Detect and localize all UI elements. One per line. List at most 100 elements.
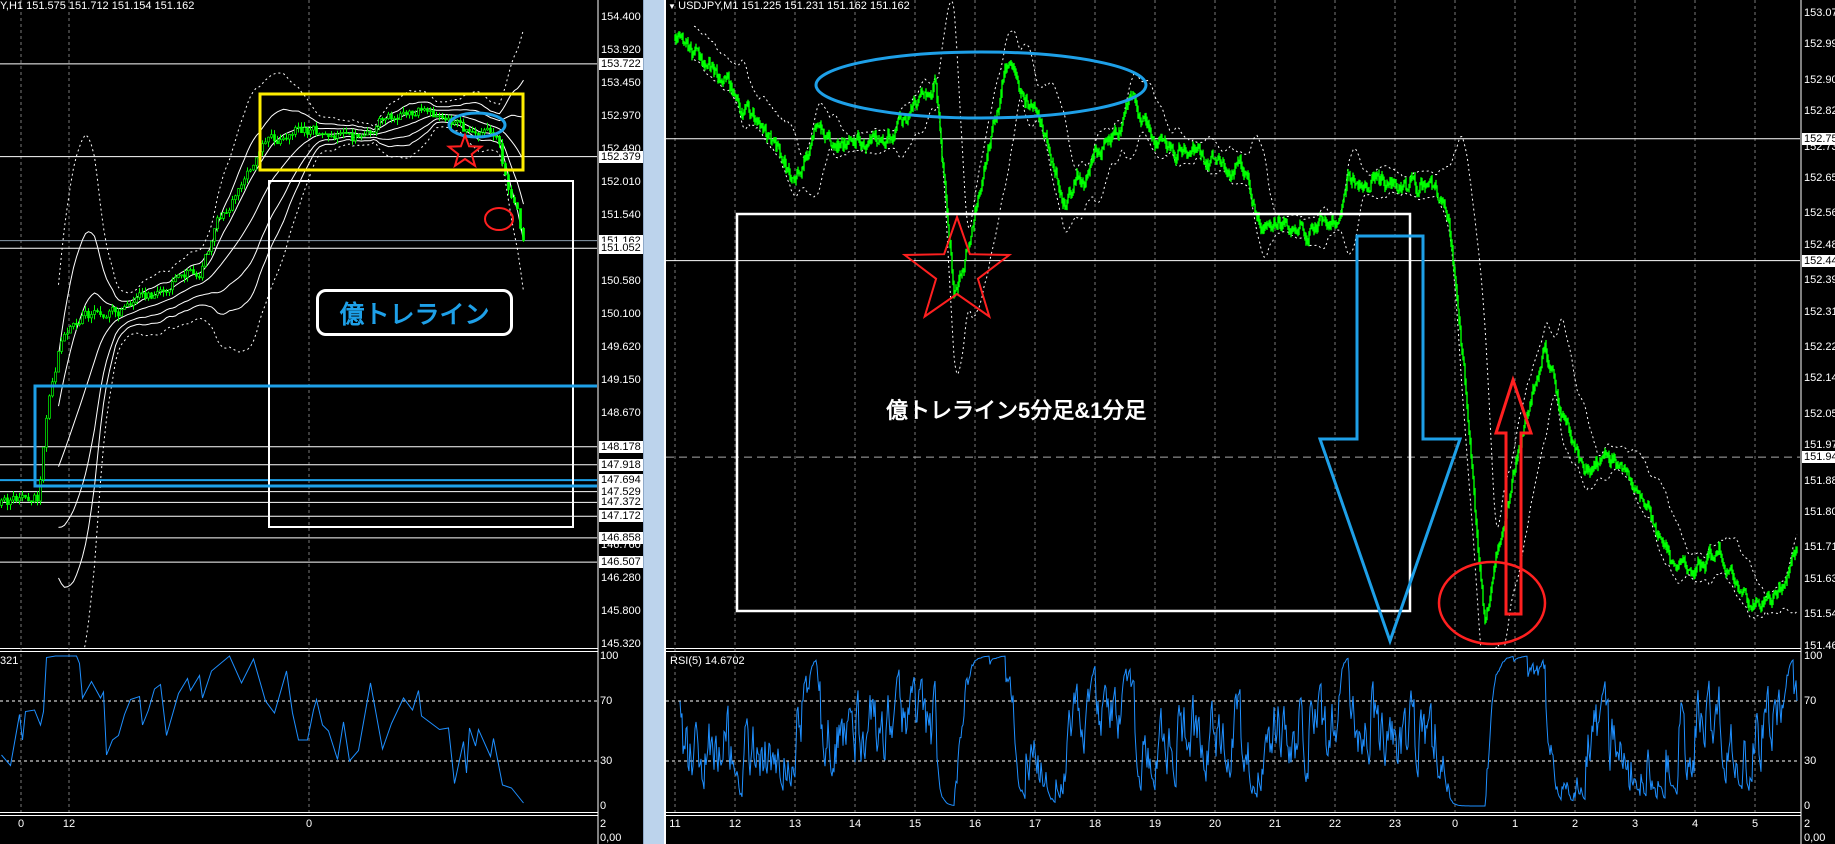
candle-body [60,340,63,352]
right-time-label: 3 [1631,818,1639,830]
candle-body [30,500,33,503]
candle-body [195,273,198,277]
window-splitter[interactable] [643,0,665,844]
candle-body [279,139,282,145]
left-bands [58,29,524,648]
candle-body [171,281,174,291]
candle-body [423,108,426,111]
candle-body [12,495,15,501]
candle-body [318,133,321,135]
candle-body [168,289,171,293]
candle-body [231,199,234,211]
candle-body [78,323,81,326]
candle-body [15,495,18,502]
right-chart-header-text: USDJPY,M1 151.225 151.231 151.162 151.16… [678,0,910,12]
candle-body [273,134,276,142]
red-low-ellipse-left [484,207,514,231]
candle-body [393,117,396,120]
candle-body [72,322,75,327]
right-rsi-line [679,655,1798,807]
left-price-label: 145.320 [601,638,641,649]
candle-body [0,499,3,506]
candle-body [81,315,84,324]
candle-body [372,131,375,134]
candle-body [384,118,387,121]
candle-body [135,297,138,303]
candle-body [87,310,90,319]
left-rsi-axis-30: 30 [600,755,613,767]
left-price-label: 148.178 [599,440,643,453]
candle-body [327,133,330,137]
left-rsi-axis-100: 100 [600,650,619,662]
candle-body [471,130,474,133]
left-price-label: 147.694 [599,474,643,487]
left-price-axis[interactable]: 154.400 153.920 153.722 153.450 152.970 152.4… [599,0,643,649]
left-price-label: 150.100 [601,308,641,320]
candle-body [24,494,27,498]
left-time-label: 0 [305,818,313,830]
right-rsi-axis-100: 100 [1804,650,1823,662]
left-axis-bottom-zero: 0,00 [600,832,622,844]
candle-body [159,289,162,292]
candle-body [390,113,393,120]
blue-top-ellipse-right [814,50,1148,120]
candle-body [204,254,207,267]
candle-body [363,134,366,137]
right-rsi-label: RSI(5) 14.6702 [670,655,745,667]
left-price-label: 147.918 [599,458,643,471]
candle-body [138,292,141,298]
candle-body [303,127,306,133]
candle-body [381,118,384,121]
candle-body [351,132,354,142]
left-price-label: 152.010 [601,176,641,189]
right-time-label: 22 [1328,818,1342,830]
right-time-label: 12 [728,818,742,830]
candle-body [228,209,231,214]
candle-body [510,189,513,198]
left-price-label: 153.722 [599,57,643,70]
right-time-label: 18 [1088,818,1102,830]
candle-body [216,217,219,230]
right-price-label: 151.97 [1804,439,1835,452]
candle-body [483,129,486,133]
candle-body [354,133,357,142]
right-price-label: 151.71 [1804,541,1835,554]
candle-body [456,120,459,123]
candle-body [192,269,195,275]
left-price-label: 151.540 [601,208,641,221]
right-time-label: 20 [1208,818,1222,830]
left-vertical-grid [20,0,310,812]
candle-body [333,135,336,139]
candle-body [99,311,102,315]
candle-body [465,128,468,132]
left-price-label: 145.800 [601,605,641,617]
candle-body [405,111,408,116]
candle-body [489,127,492,133]
chart-menu-icon[interactable]: ▼ [668,2,678,11]
right-time-label: 15 [908,818,922,830]
candle-body [399,113,402,120]
candle-body [66,332,69,335]
right-price-axis[interactable]: 153.07 152.99 152.90 152.82 152.75 152.73 152.… [1802,0,1835,649]
candle-body [162,289,165,292]
candle-body [174,277,177,283]
candle-body [27,496,30,502]
candle-body [495,135,498,138]
right-price-label: 151.88 [1804,474,1835,487]
candle-body [51,381,54,397]
candle-body [435,115,438,118]
right-rsi-axis-0: 0 [1804,800,1811,812]
right-price-label: 152.22 [1804,341,1835,354]
candle-body [90,314,93,319]
right-time-label: 16 [968,818,982,830]
candle-body [150,292,153,299]
candle-body [48,395,51,419]
candle-body [9,499,12,505]
candle-body [114,306,117,313]
candle-body [132,301,135,306]
right-price-label: 152.82 [1804,105,1835,118]
candle-body [126,303,129,307]
right-time-label: 1 [1511,818,1519,830]
candle-body [522,228,525,242]
candle-body [69,326,72,334]
